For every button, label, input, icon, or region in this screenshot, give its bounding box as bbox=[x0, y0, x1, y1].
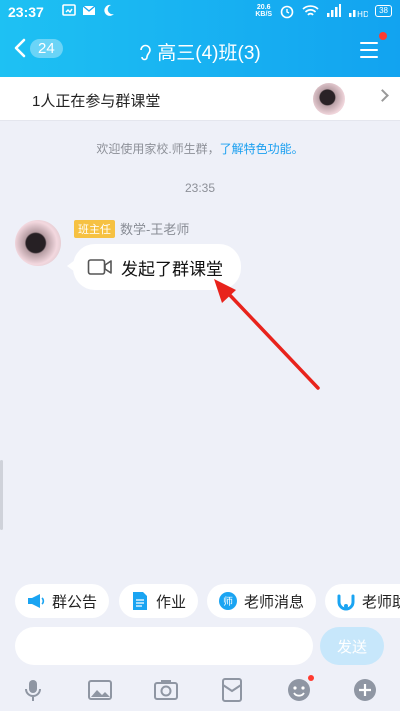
document-icon bbox=[130, 591, 150, 611]
signal-hd-icon: HD bbox=[349, 10, 368, 18]
teacher-icon: 师 bbox=[218, 591, 238, 611]
menu-button[interactable] bbox=[360, 42, 378, 58]
wifi-icon bbox=[302, 5, 319, 16]
banner-text: 1人正在参与群课堂 bbox=[32, 93, 161, 110]
teacher-assistant-chip[interactable]: 老师助 bbox=[325, 584, 400, 618]
system-message: 欢迎使用家校.师生群，了解特色功能。 bbox=[96, 142, 304, 156]
banner-avatar bbox=[313, 83, 345, 115]
message-text: 发起了群课堂 bbox=[121, 259, 223, 279]
header: 23:37 20.6 KB/S HD 38 24 高三(4)班(3) bbox=[0, 0, 400, 77]
video-camera-icon bbox=[87, 259, 112, 275]
svg-text:HD: HD bbox=[357, 10, 368, 18]
battery-icon: 38 bbox=[375, 5, 392, 17]
feature-link[interactable]: 了解特色功能。 bbox=[220, 142, 304, 156]
emoji-icon[interactable] bbox=[286, 675, 314, 703]
message-icon bbox=[62, 4, 76, 16]
message-timestamp: 23:35 bbox=[184, 181, 216, 195]
group-class-banner[interactable]: 1人正在参与群课堂 bbox=[0, 77, 400, 121]
homework-chip[interactable]: 作业 bbox=[119, 584, 199, 618]
quick-actions-bar: 群公告 作业 师 老师消息 老师助 bbox=[0, 584, 400, 620]
nav-bar: 24 高三(4)班(3) bbox=[0, 24, 400, 77]
side-drag-handle[interactable] bbox=[0, 460, 3, 530]
notification-dot bbox=[308, 675, 314, 681]
camera-icon[interactable] bbox=[153, 677, 179, 703]
menu-icon bbox=[360, 42, 378, 44]
send-button[interactable]: 发送 bbox=[320, 627, 384, 665]
moon-icon bbox=[104, 4, 114, 16]
status-time: 23:37 bbox=[8, 4, 44, 20]
message-input[interactable] bbox=[15, 627, 313, 665]
image-icon[interactable] bbox=[87, 677, 113, 703]
teacher-messages-chip[interactable]: 师 老师消息 bbox=[207, 584, 317, 618]
chevron-right-icon bbox=[376, 89, 389, 102]
network-speed: 20.6 KB/S bbox=[255, 4, 273, 18]
voice-icon[interactable] bbox=[20, 677, 46, 703]
avatar[interactable] bbox=[15, 220, 61, 266]
role-badge: 班主任 bbox=[74, 219, 115, 238]
chat-title: 高三(4)班(3) bbox=[0, 38, 400, 65]
announcement-chip[interactable]: 群公告 bbox=[15, 584, 110, 618]
signal-icon bbox=[327, 4, 342, 17]
mail-icon bbox=[82, 5, 96, 15]
svg-text:师: 师 bbox=[223, 595, 233, 608]
alarm-icon bbox=[280, 5, 294, 19]
ear-icon bbox=[140, 44, 152, 61]
input-row: 发送 bbox=[0, 627, 400, 669]
input-toolbar bbox=[0, 671, 400, 711]
megaphone-icon bbox=[26, 591, 46, 611]
red-packet-icon[interactable] bbox=[219, 677, 245, 703]
sender-name: 数学-王老师 bbox=[120, 222, 190, 237]
notification-dot bbox=[379, 32, 387, 40]
status-bar: 23:37 20.6 KB/S HD 38 bbox=[0, 0, 400, 24]
plus-icon[interactable] bbox=[352, 677, 378, 703]
message-bubble[interactable]: 发起了群课堂 bbox=[67, 244, 241, 290]
page-title: 高三(4)班(3) bbox=[157, 43, 261, 64]
assistant-icon bbox=[336, 591, 356, 611]
sender-line: 班主任 数学-王老师 bbox=[74, 219, 189, 238]
